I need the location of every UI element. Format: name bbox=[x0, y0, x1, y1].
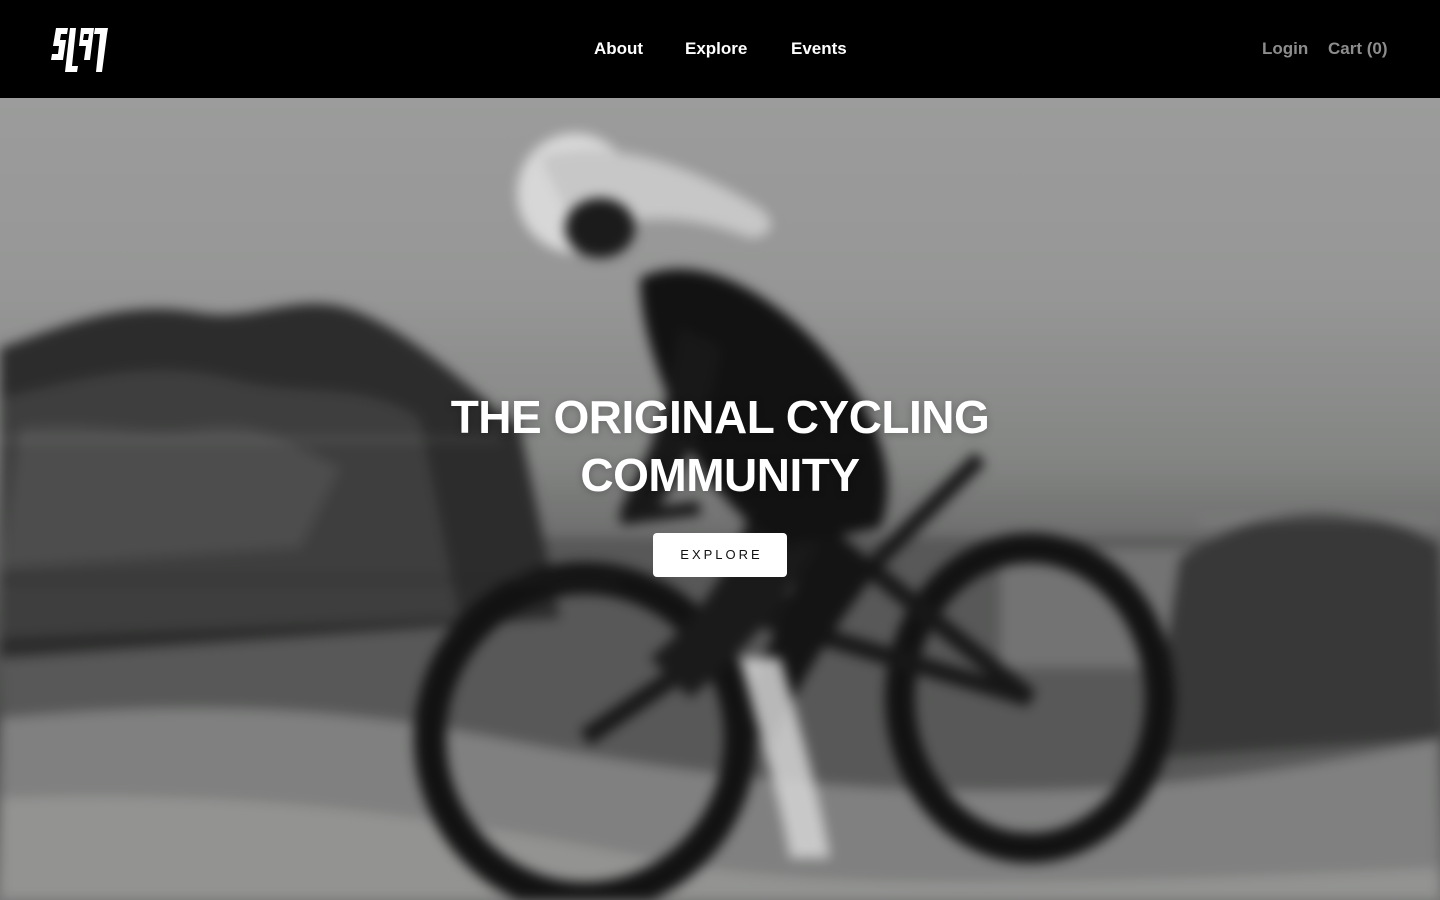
hero-headline: THE ORIGINAL CYCLING COMMUNITY bbox=[370, 388, 1070, 504]
sl97-logo-icon bbox=[51, 28, 108, 72]
hero-section: THE ORIGINAL CYCLING COMMUNITY EXPLORE bbox=[0, 98, 1440, 900]
login-link[interactable]: Login bbox=[1262, 38, 1308, 60]
nav-events-link[interactable]: Events bbox=[791, 38, 847, 60]
cart-link[interactable]: Cart (0) bbox=[1328, 38, 1388, 60]
hero-headline-line-2: COMMUNITY bbox=[580, 449, 860, 501]
site-logo[interactable] bbox=[48, 26, 110, 74]
site-header: About Explore Events Login Cart (0) bbox=[0, 0, 1440, 98]
main-nav: About Explore Events bbox=[0, 38, 1440, 62]
explore-button[interactable]: EXPLORE bbox=[653, 533, 787, 577]
hero-headline-line-1: THE ORIGINAL CYCLING bbox=[450, 391, 990, 443]
nav-about-link[interactable]: About bbox=[594, 38, 643, 60]
nav-explore-link[interactable]: Explore bbox=[685, 38, 747, 60]
